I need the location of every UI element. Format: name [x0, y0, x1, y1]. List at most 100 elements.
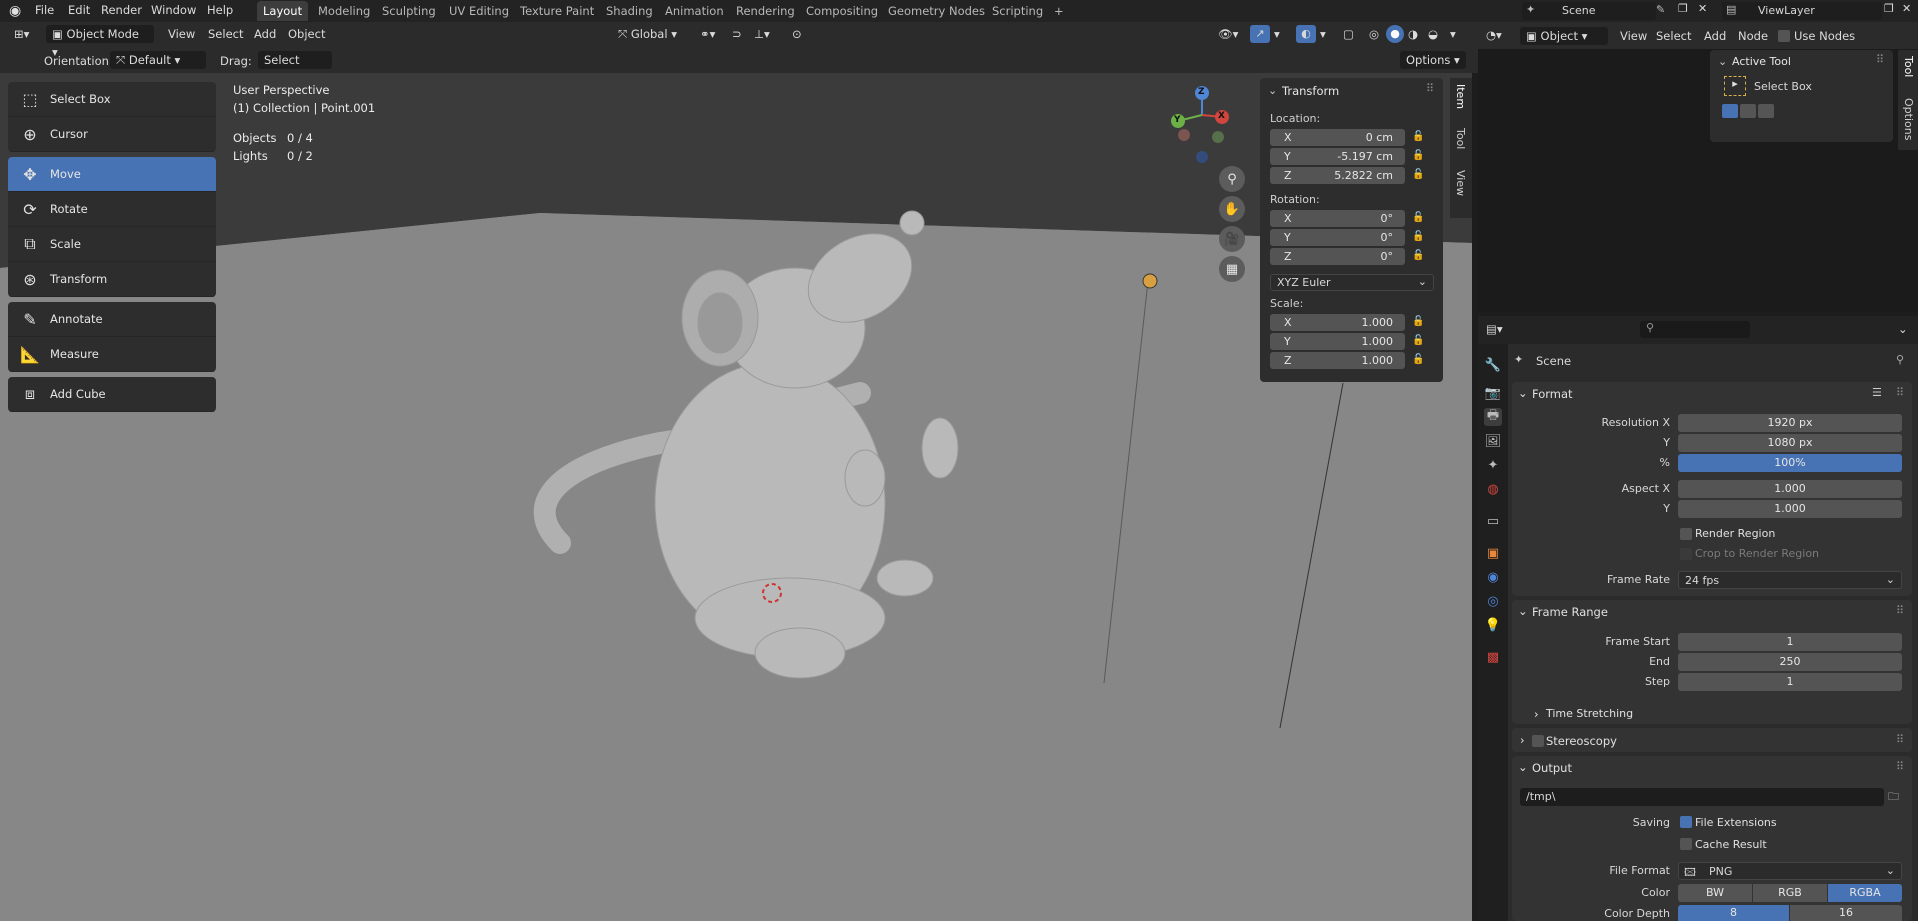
- new-scene-icon[interactable]: ❐: [1678, 2, 1688, 15]
- tab-uv-editing[interactable]: UV Editing: [443, 1, 515, 21]
- mode-selector[interactable]: ▣ Object Mode ▾: [46, 25, 154, 59]
- use-nodes-checkbox[interactable]: [1778, 30, 1790, 42]
- tab-sculpting[interactable]: Sculpting: [376, 1, 442, 21]
- delete-scene-icon[interactable]: ✕: [1698, 2, 1707, 15]
- tool-add-cube[interactable]: ⧈ Add Cube: [8, 377, 216, 412]
- blender-logo-icon[interactable]: ◉: [9, 3, 25, 19]
- shading-material-icon[interactable]: ◑: [1408, 27, 1418, 41]
- pin-icon[interactable]: ⚲: [1896, 353, 1904, 366]
- collapse-chevron-icon[interactable]: ⌄: [1718, 55, 1727, 68]
- node-editor-type-icon[interactable]: ◔▾: [1486, 28, 1502, 42]
- folder-icon[interactable]: 🗀: [1888, 788, 1904, 806]
- collapse-chevron-icon[interactable]: ⌄: [1268, 84, 1277, 97]
- resolution-x-field[interactable]: 1920 px: [1678, 414, 1902, 432]
- scale-x-field[interactable]: X 1.000: [1270, 314, 1405, 331]
- location-z-field[interactable]: Z 5.2822 cm: [1270, 167, 1405, 184]
- drag-handle-icon[interactable]: ⠿: [1896, 386, 1904, 399]
- tool-rotate[interactable]: ⟳ Rotate: [8, 192, 216, 227]
- options-button[interactable]: Options ▾: [1400, 51, 1466, 69]
- object-properties-icon[interactable]: ▣: [1484, 544, 1502, 562]
- frame-step-field[interactable]: 1: [1678, 673, 1902, 691]
- pan-hand-icon[interactable]: ✋: [1219, 196, 1245, 222]
- frame-start-field[interactable]: 1: [1678, 633, 1902, 651]
- tool-select-box[interactable]: ⬚ Select Box: [8, 82, 216, 117]
- properties-editor-type-icon[interactable]: ▤▾: [1486, 322, 1503, 336]
- frame-rate-selector[interactable]: 24 fps ⌄: [1678, 571, 1902, 589]
- view-layer-selector[interactable]: ▤ ViewLayer: [1722, 2, 1882, 20]
- node-menu-add[interactable]: Add: [1704, 29, 1726, 43]
- add-workspace-button[interactable]: +: [1048, 1, 1070, 21]
- node-object-selector[interactable]: ▣ Object ▾: [1520, 27, 1608, 45]
- node-menu-select[interactable]: Select: [1656, 29, 1691, 43]
- menu-render[interactable]: Render: [101, 3, 142, 17]
- rotation-mode-selector[interactable]: XYZ Euler ⌄: [1270, 274, 1434, 291]
- properties-options-icon[interactable]: ⌄: [1898, 322, 1908, 336]
- lock-icon[interactable]: 🔓: [1412, 150, 1424, 162]
- time-stretching-label[interactable]: Time Stretching: [1546, 707, 1633, 720]
- rotation-x-field[interactable]: X 0°: [1270, 210, 1405, 227]
- format-title[interactable]: Format: [1532, 387, 1573, 401]
- snap-icon[interactable]: ⊃: [732, 27, 742, 41]
- drag-handle-icon[interactable]: ⠿: [1896, 733, 1904, 746]
- orientation-selector[interactable]: ⤧ Default ▾: [110, 51, 206, 69]
- lock-icon[interactable]: 🔓: [1412, 250, 1424, 262]
- aspect-x-field[interactable]: 1.000: [1678, 480, 1902, 498]
- lock-icon[interactable]: 🔓: [1412, 212, 1424, 224]
- transform-panel-title[interactable]: Transform: [1282, 84, 1339, 98]
- drag-handle-icon[interactable]: ⠿: [1896, 604, 1904, 617]
- sidebar-tab-view[interactable]: View: [1454, 170, 1467, 196]
- tool-settings-icon[interactable]: 🔧: [1484, 356, 1502, 374]
- delete-view-layer-icon[interactable]: ✕: [1902, 2, 1911, 15]
- node-tab-options[interactable]: Options: [1902, 98, 1915, 140]
- tool-transform[interactable]: ⊛ Transform: [8, 262, 216, 297]
- zoom-icon[interactable]: ⚲: [1219, 166, 1245, 192]
- transform-orientation-selector[interactable]: ⤧ Global ▾: [612, 25, 690, 43]
- tab-texture-paint[interactable]: Texture Paint: [514, 1, 600, 21]
- collapse-chevron-icon[interactable]: ⌄: [1518, 386, 1528, 400]
- file-extensions-checkbox[interactable]: [1680, 816, 1692, 828]
- tab-scripting[interactable]: Scripting: [986, 1, 1049, 21]
- tab-compositing[interactable]: Compositing: [800, 1, 884, 21]
- tab-layout[interactable]: Layout: [257, 1, 309, 21]
- active-tool-title[interactable]: Active Tool: [1732, 55, 1791, 68]
- menu-file[interactable]: File: [35, 3, 54, 17]
- tool-scale[interactable]: ⧉ Scale: [8, 227, 216, 262]
- node-menu-node[interactable]: Node: [1738, 29, 1768, 43]
- physics-properties-icon[interactable]: ◎: [1484, 592, 1502, 610]
- collapse-chevron-icon[interactable]: ⌄: [1518, 604, 1528, 618]
- collapse-chevron-icon[interactable]: ⌄: [1518, 760, 1528, 774]
- drag-handle-icon[interactable]: ⠿: [1876, 53, 1884, 66]
- pin-icon[interactable]: ✎: [1656, 3, 1665, 16]
- proportional-edit-icon[interactable]: ⊙: [792, 27, 802, 41]
- sidebar-tab-tool[interactable]: Tool: [1454, 128, 1467, 149]
- shading-dropdown-icon[interactable]: ▾: [1450, 27, 1456, 41]
- render-region-checkbox[interactable]: [1680, 528, 1692, 540]
- frame-range-title[interactable]: Frame Range: [1532, 605, 1608, 619]
- vp-menu-view[interactable]: View: [168, 27, 195, 41]
- resolution-y-field[interactable]: 1080 px: [1678, 434, 1902, 452]
- output-title[interactable]: Output: [1532, 761, 1572, 775]
- scale-z-field[interactable]: Z 1.000: [1270, 352, 1405, 369]
- selection-mode-subtract-icon[interactable]: [1758, 104, 1774, 118]
- color-depth-16-button[interactable]: 16: [1790, 905, 1902, 921]
- cache-result-checkbox[interactable]: [1680, 838, 1692, 850]
- drag-handle-icon[interactable]: ⠿: [1896, 760, 1904, 773]
- selection-mode-new-icon[interactable]: [1722, 104, 1738, 118]
- menu-window[interactable]: Window: [151, 3, 196, 17]
- shading-solid-icon[interactable]: ●: [1386, 25, 1404, 43]
- menu-edit[interactable]: Edit: [68, 3, 90, 17]
- overlay-dropdown-icon[interactable]: ▾: [1320, 27, 1326, 41]
- crop-region-checkbox[interactable]: [1680, 548, 1692, 560]
- 3d-viewport[interactable]: User Perspective (1) Collection | Point.…: [0, 73, 1472, 921]
- gizmo-dropdown-icon[interactable]: ▾: [1274, 27, 1280, 41]
- properties-search-input[interactable]: ⚲: [1640, 321, 1750, 338]
- drag-handle-icon[interactable]: ⠿: [1426, 82, 1434, 95]
- editor-type-selector[interactable]: ⊞▾: [8, 25, 40, 43]
- menu-help[interactable]: Help: [207, 3, 233, 17]
- visibility-icon[interactable]: 👁▾: [1218, 27, 1238, 41]
- drag-selector[interactable]: Select Box▾: [258, 51, 332, 85]
- rotation-y-field[interactable]: Y 0°: [1270, 229, 1405, 246]
- aspect-y-field[interactable]: 1.000: [1678, 500, 1902, 518]
- view-layer-properties-icon[interactable]: 🖼: [1484, 432, 1502, 450]
- scene-properties-icon[interactable]: ✦: [1484, 456, 1502, 474]
